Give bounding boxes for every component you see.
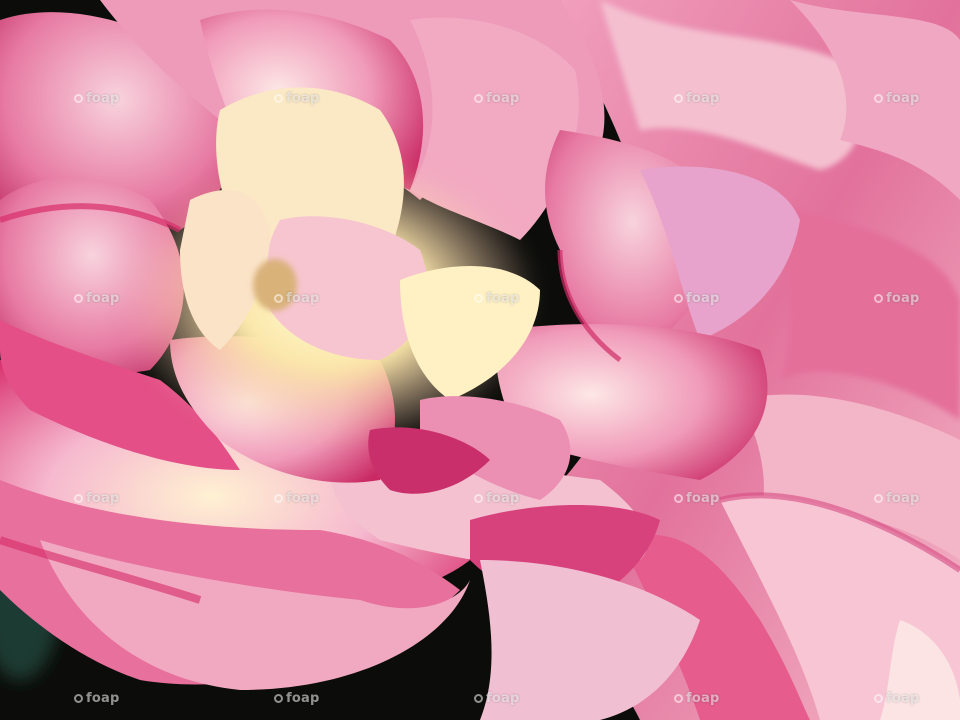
- rose-photo: [0, 0, 960, 720]
- photo-stage: foap foap foap foap foap foap foap foap foap foap…: [0, 0, 960, 720]
